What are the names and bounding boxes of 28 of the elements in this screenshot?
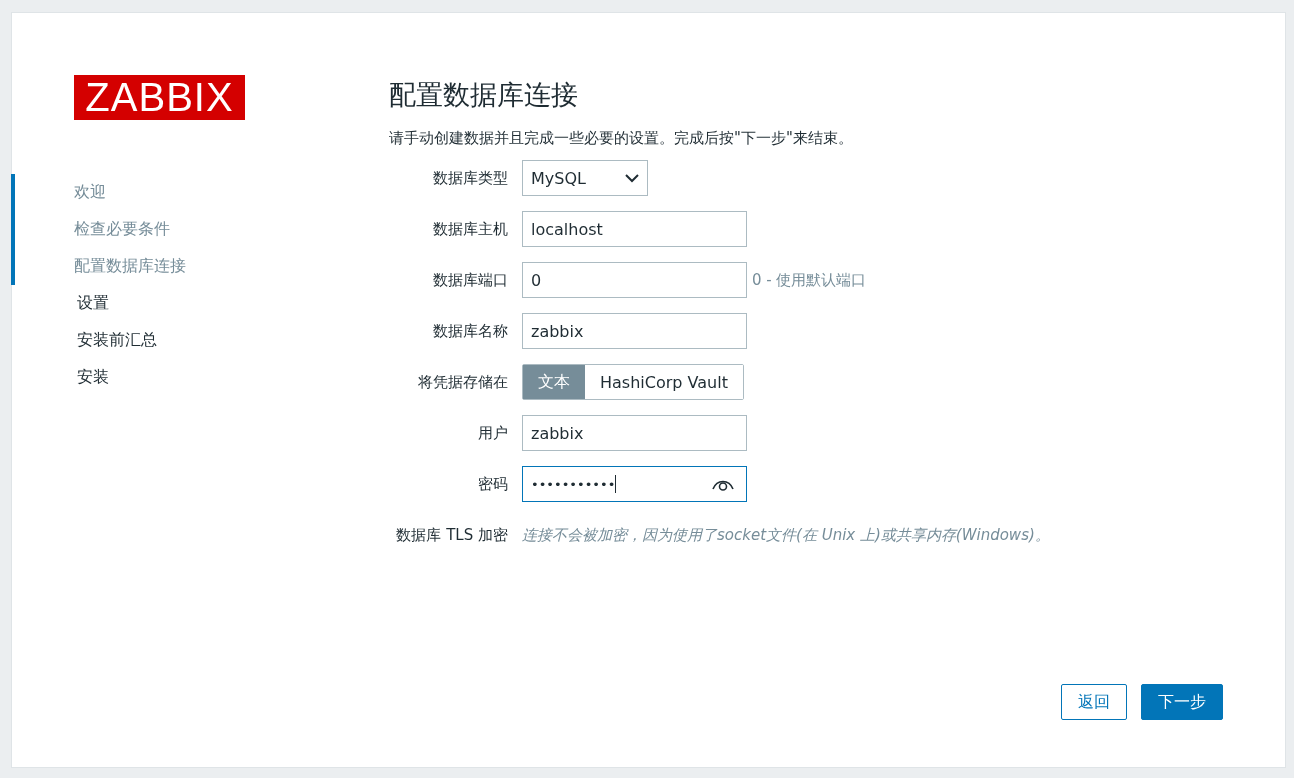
chevron-down-icon: [625, 173, 639, 183]
intro-text: 请手动创建数据并且完成一些必要的设置。完成后按"下一步"来结束。: [389, 129, 854, 148]
input-field[interactable]: localhost: [522, 211, 747, 247]
field-label: 用户: [477, 423, 509, 443]
tls-note: 连接不会被加密，因为使用了socket文件(在 Unix 上)或共享内存(Windows)。: [522, 525, 1050, 545]
step-label: 安装: [77, 367, 109, 388]
field-label: 数据库名称: [432, 321, 509, 341]
database-type-select[interactable]: MySQL: [522, 160, 648, 196]
field-label: 数据库 TLS 加密: [395, 525, 509, 545]
step-label: 欢迎: [74, 182, 106, 203]
input-field[interactable]: 0: [522, 262, 747, 298]
input-field[interactable]: zabbix: [522, 313, 747, 349]
field-label: 数据库主机: [432, 219, 509, 239]
step-label: 设置: [77, 293, 109, 314]
step-label: 检查必要条件: [74, 219, 170, 240]
back-button[interactable]: 返回: [1061, 684, 1127, 720]
next-button[interactable]: 下一步: [1141, 684, 1223, 720]
field-label: 将凭据存储在: [417, 372, 509, 392]
field-label: 密码: [477, 474, 509, 494]
field-label: 数据库类型: [432, 168, 509, 188]
hint-text: 0 - 使用默认端口: [752, 270, 867, 290]
step-label: 配置数据库连接: [74, 256, 186, 277]
field-label: 数据库端口: [432, 270, 509, 290]
page-title: 配置数据库连接: [389, 78, 579, 112]
input-field[interactable]: zabbix: [522, 415, 747, 451]
step-label: 安装前汇总: [77, 330, 157, 351]
zabbix-logo: ZABBIX: [74, 75, 245, 120]
password-field[interactable]: •••••••••••: [522, 466, 747, 502]
